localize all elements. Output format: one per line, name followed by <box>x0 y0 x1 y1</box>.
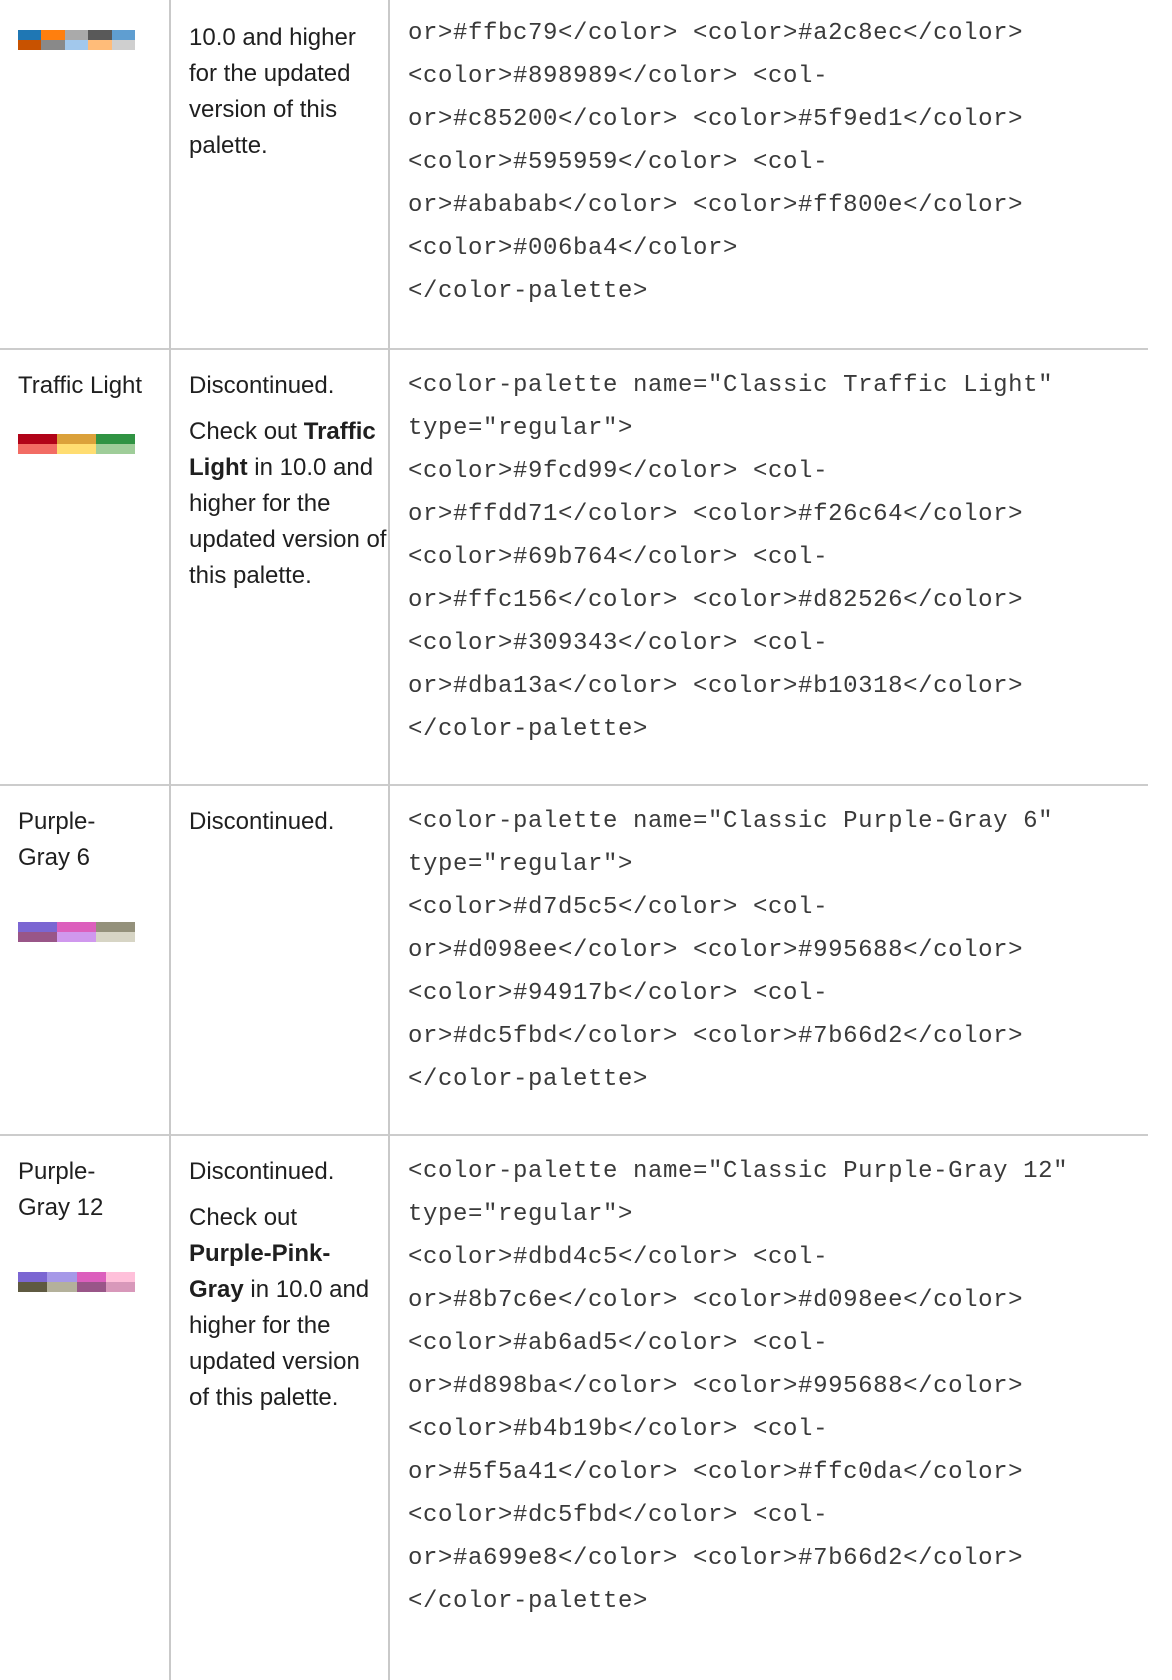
swatch-cell <box>57 932 96 942</box>
discontinued-text: Discontinued. <box>189 372 335 399</box>
xml-code: or>#ffbc79</color> <color>#a2c8ec</color… <box>408 20 1024 305</box>
swatch-cell <box>111 30 135 40</box>
table-row: Purple-Gray 12 Discontinued. Check out P… <box>0 1135 1148 1680</box>
swatch-cell <box>96 932 135 942</box>
xml-code: <color-palette name="Classic Purple-Gray… <box>408 808 1054 1093</box>
palette-name: Purple-Gray 12 <box>18 1158 104 1221</box>
discontinued-text: Discontinued. <box>189 1158 335 1185</box>
swatch-cell <box>76 1282 106 1292</box>
swatch-cell <box>18 922 57 932</box>
palette-name-cell: Purple-Gray 12 <box>0 1135 171 1680</box>
description-cell: 10.0 and higher for the updated version … <box>170 0 390 349</box>
description-text: Check out Purple-Pink-Gray in 10.0 and h… <box>189 1200 374 1416</box>
swatch-cell <box>18 30 42 40</box>
palette-swatch <box>18 30 135 50</box>
palette-table: 10.0 and higher for the updated version … <box>0 0 1148 1680</box>
xml-code: <color-palette name="Classic Purple-Gray… <box>408 1158 1069 1615</box>
swatch-cell <box>18 1282 48 1292</box>
swatch-cell <box>96 922 135 932</box>
palette-name-cell: Purple-Gray 6 <box>0 785 171 1135</box>
swatch-cell <box>64 30 89 40</box>
code-cell: <color-palette name="Classic Purple-Gray… <box>389 785 1148 1135</box>
swatch-cell <box>76 1272 106 1282</box>
swatch-cell <box>57 434 96 444</box>
swatch-cell <box>96 434 135 444</box>
palette-swatch <box>18 922 135 942</box>
description-cell: Discontinued. <box>170 785 390 1135</box>
description-text: 10.0 and higher for the updated version … <box>189 24 356 159</box>
swatch-cell <box>57 922 96 932</box>
swatch-cell <box>111 40 135 50</box>
code-cell: or>#ffbc79</color> <color>#a2c8ec</color… <box>389 0 1148 349</box>
table-row: Purple-Gray 6 Discontinued. <color-palet… <box>0 785 1148 1135</box>
swatch-cell <box>88 30 112 40</box>
swatch-cell <box>18 40 42 50</box>
description-text: Check out Traffic Light in 10.0 and high… <box>189 414 388 594</box>
swatch-cell <box>57 444 96 454</box>
palette-name-cell <box>0 0 171 349</box>
swatch-cell <box>18 1272 48 1282</box>
table-row: 10.0 and higher for the updated version … <box>0 0 1148 349</box>
xml-code: <color-palette name="Classic Traffic Lig… <box>408 372 1054 743</box>
swatch-cell <box>96 444 135 454</box>
palette-name-cell: Traffic Light <box>0 349 171 785</box>
description-prefix: Check out <box>189 418 304 445</box>
palette-swatch <box>18 1272 135 1292</box>
description-cell: Discontinued. Check out Purple-Pink-Gray… <box>170 1135 390 1680</box>
palette-name: Purple-Gray 6 <box>18 808 96 871</box>
description-prefix: Check out <box>189 1204 298 1231</box>
swatch-cell <box>18 932 57 942</box>
table-row: Traffic Light Discontinued. Check out Tr… <box>0 349 1148 785</box>
code-cell: <color-palette name="Classic Traffic Lig… <box>389 349 1148 785</box>
palette-swatch <box>18 434 135 454</box>
swatch-cell <box>88 40 112 50</box>
palette-name: Traffic Light <box>18 372 143 399</box>
description-cell: Discontinued. Check out Traffic Light in… <box>170 349 390 785</box>
swatch-cell <box>105 1272 135 1282</box>
swatch-cell <box>47 1282 77 1292</box>
swatch-cell <box>41 30 65 40</box>
swatch-cell <box>41 40 65 50</box>
swatch-cell <box>18 434 57 444</box>
swatch-cell <box>18 444 57 454</box>
discontinued-text: Discontinued. <box>189 808 335 835</box>
swatch-cell <box>105 1282 135 1292</box>
swatch-cell <box>64 40 89 50</box>
code-cell: <color-palette name="Classic Purple-Gray… <box>389 1135 1148 1680</box>
swatch-cell <box>47 1272 77 1282</box>
